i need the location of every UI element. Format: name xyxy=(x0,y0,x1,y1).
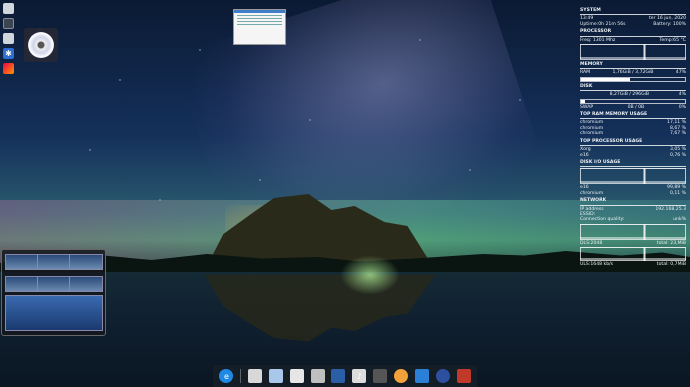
window-thumbnail[interactable] xyxy=(233,9,286,45)
disk-bar xyxy=(580,98,686,104)
disc-icon xyxy=(28,32,54,58)
left-launcher: ✱ xyxy=(3,3,15,78)
workspace-preview[interactable] xyxy=(5,295,103,331)
file-icon[interactable] xyxy=(3,33,14,44)
text-editor-icon[interactable] xyxy=(289,369,304,383)
uls-label: ULS:1648 kb/s xyxy=(580,262,614,268)
memory-heading: MEMORY xyxy=(580,62,603,68)
top-ram-row: chromium 7,67 % xyxy=(580,131,686,137)
app-launcher-icon[interactable] xyxy=(3,63,14,74)
top-cpu-row: e16 0,76 % xyxy=(580,152,686,158)
ip-value: 192.168.25.3 xyxy=(655,206,686,212)
disk-io-row: chromium 0,11 % xyxy=(580,190,686,196)
window-thumbnail-titlebar xyxy=(234,10,285,13)
dock: e ♪ xyxy=(213,365,477,387)
dls-total: total: 23,MiB xyxy=(656,240,686,246)
disk-bar-fill xyxy=(581,99,586,103)
processor-heading: PROCESSOR xyxy=(580,29,612,35)
file-manager-icon[interactable] xyxy=(268,369,283,383)
wifi-icon[interactable] xyxy=(414,369,429,383)
swap-value: 0B / 0B xyxy=(627,104,645,110)
battery-icon[interactable] xyxy=(373,369,388,383)
disk-value: 8,27GiB / 296GiB xyxy=(609,92,650,98)
ram-label: RAM xyxy=(580,70,591,76)
workspace-pager xyxy=(1,249,106,336)
trash-icon[interactable] xyxy=(310,369,325,383)
help-icon[interactable] xyxy=(394,369,409,383)
disk-heading: DISK xyxy=(580,83,593,89)
quality-value: unk% xyxy=(673,217,686,223)
conky-panel: SYSTEM 13:49 ter 16 jun, 2020 Uptime:0h … xyxy=(580,6,686,268)
launcher-menu-icon[interactable]: e xyxy=(219,369,234,383)
upload-graph xyxy=(580,247,686,262)
cpu-temp: Temp:65 °C xyxy=(659,37,686,43)
workspace-4[interactable] xyxy=(5,276,39,292)
ram-bar xyxy=(580,76,686,82)
workspace-6[interactable] xyxy=(69,276,103,292)
download-graph xyxy=(580,223,686,240)
wallpaper-light-glow xyxy=(340,255,400,295)
workspace-2[interactable] xyxy=(37,254,71,270)
terminal-icon[interactable] xyxy=(3,18,14,29)
top-cpu-heading: TOP PROCESSOR USAGE xyxy=(580,138,643,144)
home-icon[interactable] xyxy=(3,3,14,14)
swap-label: SWAP xyxy=(580,104,594,110)
ram-percent: 47% xyxy=(675,70,686,76)
workspace-1[interactable] xyxy=(5,254,39,270)
cpu-freq: Freq: 1301 Mhz xyxy=(580,37,616,43)
ram-value: 1,76GiB / 3,72GiB xyxy=(612,70,654,76)
uls-total: total: 0,7MiB xyxy=(656,262,686,268)
volume-icon[interactable]: ♪ xyxy=(352,369,367,383)
quality-label: Connection quality: xyxy=(580,217,625,223)
disk-percent: 4% xyxy=(678,92,686,98)
network-heading: NETWORK xyxy=(580,198,607,204)
bluetooth-icon[interactable]: ✱ xyxy=(3,48,14,59)
system-heading: SYSTEM xyxy=(580,8,601,13)
network-icon[interactable] xyxy=(435,369,450,383)
home-folder-icon[interactable] xyxy=(248,369,263,383)
battery: Battery: 100% xyxy=(653,21,686,27)
ram-bar-fill xyxy=(581,77,630,81)
cpu-graph xyxy=(580,44,686,61)
image-viewer-icon[interactable] xyxy=(331,369,346,383)
top-ram-heading: TOP RAM MEMORY USAGE xyxy=(580,112,648,118)
swap-percent: 0% xyxy=(678,104,686,110)
disk-io-heading: DISK I/O USAGE xyxy=(580,159,621,165)
dls-label: DLS:2048 xyxy=(580,240,603,246)
workspace-3[interactable] xyxy=(69,254,103,270)
logout-icon[interactable] xyxy=(456,369,471,383)
uptime: Uptime:0h 21m 56s xyxy=(580,21,626,27)
disk-io-graph xyxy=(580,168,686,185)
cd-drive-icon[interactable] xyxy=(24,28,58,62)
workspace-5[interactable] xyxy=(37,276,71,292)
